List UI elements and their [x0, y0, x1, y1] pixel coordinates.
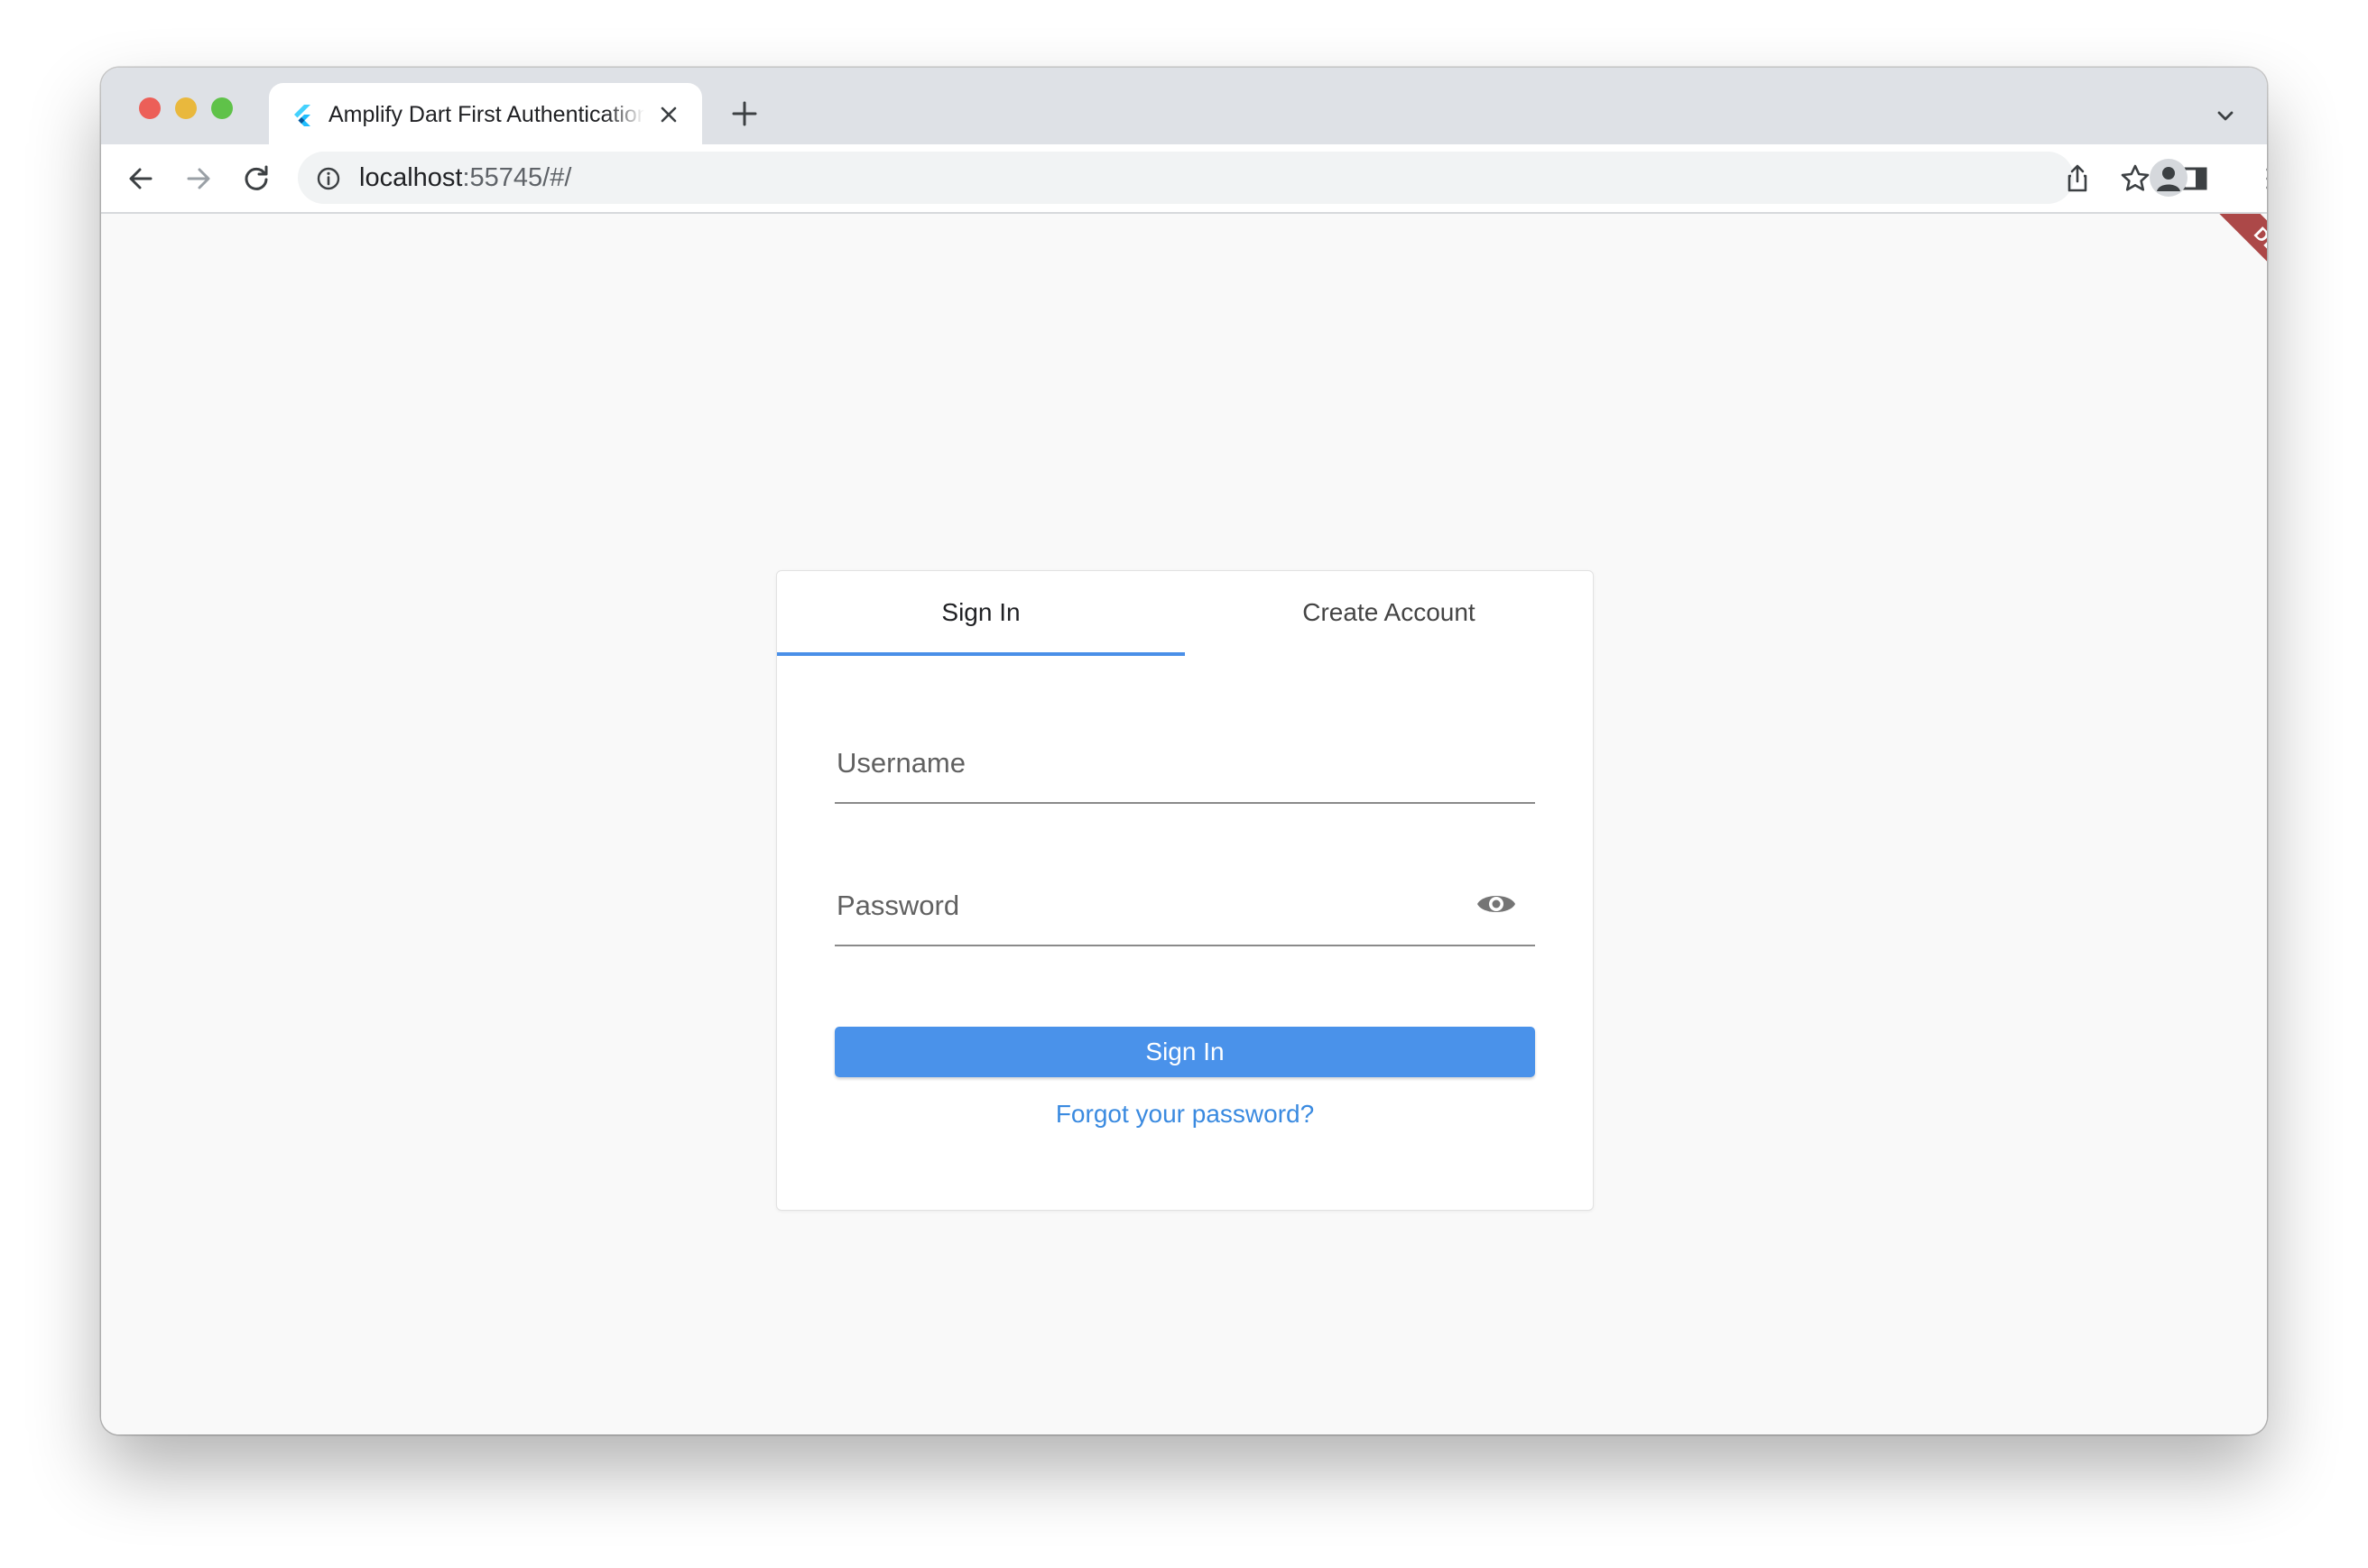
tab-strip: Amplify Dart First Authentication: [101, 68, 2267, 144]
forward-icon[interactable]: [182, 162, 215, 195]
minimize-window-button[interactable]: [175, 97, 197, 119]
username-input[interactable]: [835, 739, 1461, 788]
close-icon[interactable]: [657, 103, 680, 126]
password-field: [835, 858, 1535, 946]
app-content: DEBUG Sign In Create Account Sign In For…: [101, 214, 2267, 1434]
forgot-password-link[interactable]: Forgot your password?: [777, 1096, 1593, 1132]
reload-icon[interactable]: [240, 162, 273, 195]
info-icon[interactable]: [316, 166, 341, 191]
profile-icon[interactable]: [2150, 159, 2188, 197]
sign-in-button[interactable]: Sign In: [835, 1027, 1535, 1077]
address-bar[interactable]: localhost:55745/#/: [298, 152, 2074, 204]
back-icon[interactable]: [125, 162, 157, 195]
tab-title: Amplify Dart First Authentication: [328, 102, 644, 127]
close-window-button[interactable]: [139, 97, 161, 119]
username-field: [835, 715, 1535, 804]
zoom-window-button[interactable]: [211, 97, 233, 119]
star-icon[interactable]: [2119, 162, 2151, 195]
tab-search-icon[interactable]: [2213, 104, 2238, 129]
share-icon[interactable]: [2061, 162, 2094, 195]
new-tab-icon[interactable]: [729, 98, 760, 129]
url-text[interactable]: localhost:55745/#/: [359, 161, 571, 195]
tab-create-account[interactable]: Create Account: [1185, 571, 1593, 654]
debug-banner: DEBUG: [2200, 214, 2267, 337]
tab-sign-in[interactable]: Sign In: [777, 571, 1185, 656]
eye-icon[interactable]: [1475, 889, 1517, 919]
flutter-logo-icon: [294, 105, 310, 126]
authenticator-card: Sign In Create Account Sign In Forgot yo…: [776, 570, 1594, 1211]
menu-icon[interactable]: [2252, 162, 2267, 195]
browser-toolbar: localhost:55745/#/: [101, 144, 2267, 214]
browser-tab[interactable]: Amplify Dart First Authentication: [269, 83, 702, 144]
password-input[interactable]: [835, 881, 1461, 930]
browser-window: Amplify Dart First Authentication localh…: [101, 68, 2267, 1434]
